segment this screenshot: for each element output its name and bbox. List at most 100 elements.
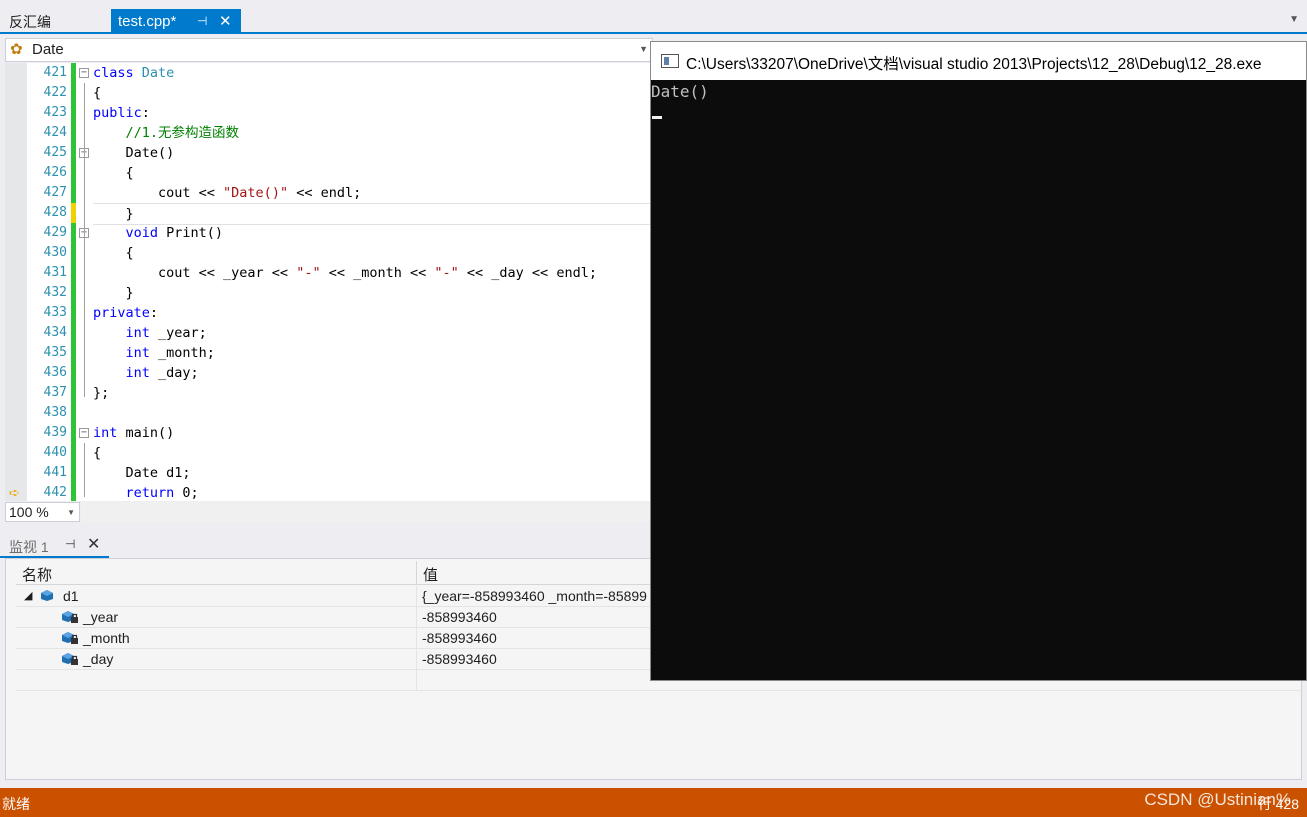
fold-guide	[84, 243, 85, 297]
line-number: 424	[43, 125, 67, 140]
change-indicator	[71, 343, 76, 363]
line-number: 429	[43, 225, 67, 240]
code-line[interactable]: 442 ➪ return 0;	[5, 483, 653, 501]
change-indicator	[71, 483, 76, 501]
zoom-value: 100 %	[9, 504, 49, 520]
code-line[interactable]: 424 //1.无参构造函数	[5, 123, 653, 143]
fold-guide	[84, 83, 85, 397]
scope-label: Date	[32, 41, 64, 58]
code-line[interactable]: 427 cout << "Date()" << endl;	[5, 183, 653, 203]
line-number: 428	[43, 205, 67, 220]
change-indicator	[71, 403, 76, 423]
fold-guide	[84, 163, 85, 217]
change-indicator	[71, 123, 76, 143]
code-line[interactable]: 421 − class Date	[5, 63, 653, 83]
private-member-icon	[61, 631, 78, 644]
line-number: 435	[43, 345, 67, 360]
watch-tab-label: 监视 1	[9, 539, 49, 555]
code-text: int _year;	[125, 325, 207, 341]
tab-watch-1[interactable]: 监视 1 ⊣ ✕	[0, 534, 109, 558]
line-number: 421	[43, 65, 67, 80]
collapse-icon[interactable]: −	[79, 428, 89, 438]
watch-name: _day	[83, 651, 114, 667]
tab-test-cpp[interactable]: test.cpp* ⊣ ✕	[111, 9, 241, 34]
code-line[interactable]: 436 int _day;	[5, 363, 653, 383]
watch-value[interactable]: {_year=-858993460 _month=-85899	[422, 588, 647, 604]
code-text: private:	[93, 305, 159, 321]
arrow-right-icon[interactable]: ➪	[9, 483, 20, 501]
column-divider	[416, 670, 417, 691]
code-text: Date()	[93, 145, 175, 161]
watch-name: _year	[83, 609, 119, 625]
code-line[interactable]: 425− Date()	[5, 143, 653, 163]
change-indicator	[71, 183, 76, 203]
close-icon[interactable]: ✕	[87, 534, 100, 554]
line-number: 441	[43, 465, 67, 480]
code-line[interactable]: 438	[5, 403, 653, 423]
code-line[interactable]: 431 cout << _year << "-" << _month << "-…	[5, 263, 653, 283]
console-app-icon	[661, 54, 679, 68]
close-icon[interactable]: ✕	[219, 9, 232, 34]
code-line[interactable]: 434 int _year;	[5, 323, 653, 343]
watch-value[interactable]: -858993460	[422, 651, 497, 667]
change-indicator	[71, 203, 76, 223]
change-indicator	[71, 63, 76, 83]
code-text: //1.无参构造函数	[125, 125, 240, 141]
class-icon: ✿	[10, 41, 23, 58]
line-number: 434	[43, 325, 67, 340]
tab-disassembly[interactable]: 反汇编	[0, 11, 60, 33]
watch-value[interactable]: -858993460	[422, 609, 497, 625]
code-text: int _month;	[125, 345, 215, 361]
line-number: 426	[43, 165, 67, 180]
column-header-name[interactable]: 名称	[22, 564, 52, 585]
change-indicator	[71, 143, 76, 163]
code-line[interactable]: 429− void Print()	[5, 223, 653, 243]
console-title-bar[interactable]: C:\Users\33207\OneDrive\文档\visual studio…	[651, 42, 1306, 80]
zoom-dropdown[interactable]: 100 % ▼	[5, 502, 80, 522]
column-divider[interactable]	[416, 561, 417, 585]
code-editor[interactable]: 421− class Date 422{423 public: 424 //1.无参构造…	[5, 63, 653, 501]
code-line[interactable]: 428 }	[5, 203, 653, 225]
console-cursor	[652, 116, 662, 119]
tab-test-cpp-label: test.cpp*	[118, 13, 177, 30]
chevron-down-icon[interactable]: ▼	[1289, 14, 1299, 25]
scope-dropdown[interactable]: ✿ Date ▼	[5, 38, 653, 62]
code-text: {	[93, 445, 102, 461]
console-window[interactable]: C:\Users\33207\OneDrive\文档\visual studio…	[650, 41, 1307, 681]
line-number: 438	[43, 405, 67, 420]
code-text: int _day;	[125, 365, 199, 381]
code-line[interactable]: 422 {	[5, 83, 653, 103]
code-line[interactable]: 435 int _month;	[5, 343, 653, 363]
change-indicator	[71, 103, 76, 123]
chevron-down-icon: ▼	[639, 44, 648, 54]
collapse-icon[interactable]: −	[79, 68, 89, 78]
code-line[interactable]: 440 {	[5, 443, 653, 463]
change-indicator	[71, 83, 76, 103]
change-indicator	[71, 463, 76, 483]
pin-icon[interactable]: ⊣	[65, 537, 75, 551]
code-text: Date d1;	[93, 465, 191, 481]
console-title: C:\Users\33207\OneDrive\文档\visual studio…	[686, 56, 1262, 73]
watch-value[interactable]: -858993460	[422, 630, 497, 646]
code-line[interactable]: 441 Date d1;	[5, 463, 653, 483]
column-header-value[interactable]: 值	[423, 564, 438, 585]
code-line[interactable]: 432 }	[5, 283, 653, 303]
watch-name: d1	[63, 588, 79, 604]
column-divider	[416, 628, 417, 649]
code-line[interactable]: 423 public:	[5, 103, 653, 123]
tab-disassembly-label: 反汇编	[9, 14, 51, 30]
status-ready: 就绪	[2, 796, 30, 812]
code-text: {	[93, 165, 134, 181]
line-number: 425	[43, 145, 67, 160]
horizontal-scrollbar[interactable]	[81, 502, 653, 522]
code-line[interactable]: 430 {	[5, 243, 653, 263]
chevron-down-icon: ▼	[67, 508, 75, 517]
expand-icon[interactable]: ◢	[24, 589, 32, 602]
console-output: Date()	[651, 82, 709, 101]
pin-icon[interactable]: ⊣	[197, 9, 207, 34]
code-text: {	[93, 85, 102, 101]
code-line[interactable]: 426 {	[5, 163, 653, 183]
code-line[interactable]: 439 − int main()	[5, 423, 653, 443]
code-line[interactable]: 437};	[5, 383, 653, 403]
code-line[interactable]: 433 private:	[5, 303, 653, 323]
